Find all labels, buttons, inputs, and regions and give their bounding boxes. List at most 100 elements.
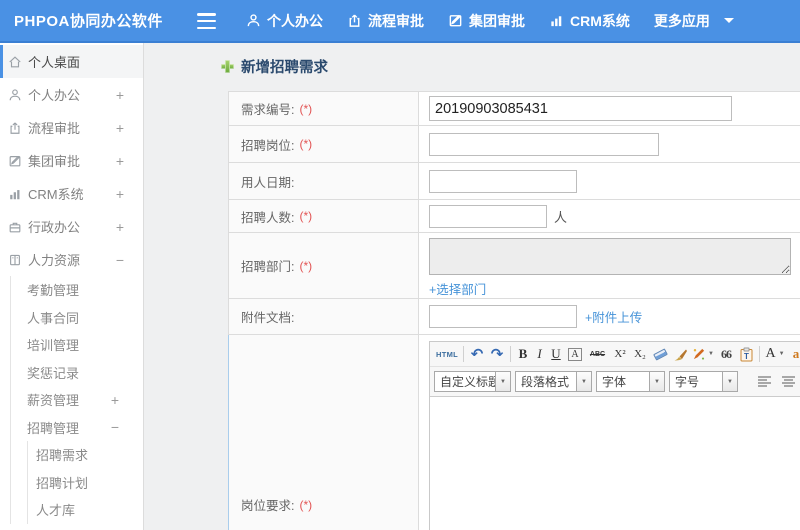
sidebar-item-label: 人力资源 bbox=[28, 253, 81, 268]
collapse-toggle[interactable]: − bbox=[111, 419, 119, 435]
caret-down-icon: ▼ bbox=[577, 371, 592, 392]
sidebar-item-rewards[interactable]: 奖惩记录 bbox=[11, 359, 143, 387]
sidebar-item-label: 人事合同 bbox=[27, 310, 80, 326]
app-header: PHPOA协同办公软件 个人办公 流程审批 集团审批 CRM系统 更多应用 bbox=[0, 0, 800, 43]
sidebar-item-talent-pool[interactable]: 人才库 bbox=[28, 496, 143, 524]
group-approval-icon bbox=[448, 13, 463, 28]
demand-no-input[interactable] bbox=[429, 96, 732, 121]
bold-button[interactable]: B bbox=[514, 344, 532, 364]
expand-toggle[interactable]: + bbox=[116, 186, 124, 202]
font-family-select[interactable]: 字体 ▼ bbox=[596, 371, 665, 392]
collapse-toggle[interactable]: − bbox=[116, 252, 124, 268]
font-style-button[interactable]: A bbox=[565, 344, 585, 364]
hire-date-input[interactable] bbox=[429, 169, 577, 193]
paragraph-format-select[interactable]: 段落格式 ▼ bbox=[515, 371, 592, 392]
form-row-hire-date: 用人日期: bbox=[228, 163, 800, 200]
sidebar-item-crm[interactable]: CRM系统 + bbox=[0, 177, 143, 210]
sidebar-item-recruit-plan[interactable]: 招聘计划 bbox=[28, 469, 143, 497]
expand-toggle[interactable]: + bbox=[116, 219, 124, 235]
sidebar-item-personal-office[interactable]: 个人办公 + bbox=[0, 78, 143, 111]
sidebar-item-admin-office[interactable]: 行政办公 + bbox=[0, 210, 143, 243]
person-icon bbox=[246, 13, 261, 28]
underline-button[interactable]: U bbox=[547, 344, 565, 364]
superscript-button[interactable]: X² bbox=[610, 344, 630, 364]
form-row-attachment: 附件文档: +附件上传 bbox=[228, 299, 800, 335]
department-textarea[interactable] bbox=[429, 238, 791, 275]
nav-item-group-approval[interactable]: 集团审批 bbox=[448, 11, 525, 31]
select-department-link[interactable]: +选择部门 bbox=[429, 279, 486, 298]
field-label-text: 需求编号: bbox=[241, 103, 295, 117]
nav-item-crm[interactable]: CRM系统 bbox=[549, 11, 630, 31]
font-size-select[interactable]: 字号 ▼ bbox=[669, 371, 738, 392]
headcount-input[interactable] bbox=[429, 204, 547, 228]
sidebar-item-label: 奖惩记录 bbox=[27, 365, 80, 381]
sidebar-item-group-approval[interactable]: 集团审批 + bbox=[0, 144, 143, 177]
paste-text-icon[interactable]: T bbox=[736, 344, 756, 364]
font-color-button[interactable]: A ▼ bbox=[763, 344, 787, 364]
source-code-button[interactable]: HTML bbox=[434, 344, 460, 364]
sidebar-item-training[interactable]: 培训管理 bbox=[11, 331, 143, 359]
top-nav: 个人办公 流程审批 集团审批 CRM系统 更多应用 bbox=[246, 0, 734, 41]
toolbar-separator bbox=[510, 346, 511, 362]
sidebar-item-recruitment[interactable]: 招聘管理 − bbox=[11, 414, 143, 442]
caret-down-icon: ▼ bbox=[778, 351, 785, 357]
attachment-upload-link[interactable]: +附件上传 bbox=[585, 307, 642, 326]
briefcase-icon bbox=[8, 220, 22, 234]
editor-toolbar: HTML ↶ ↷ B I U A ABC X² X₂ ▼ 66 T A ▼ a … bbox=[430, 342, 800, 397]
field-label-attachment: 附件文档: bbox=[229, 299, 419, 334]
group-approval-icon bbox=[8, 154, 22, 168]
heading-select[interactable]: 自定义标题 ▼ bbox=[434, 371, 511, 392]
attachment-input[interactable] bbox=[429, 305, 577, 328]
svg-text:T: T bbox=[744, 352, 749, 361]
strikethrough-button[interactable]: ABC bbox=[585, 344, 610, 364]
crm-chart-icon bbox=[8, 187, 22, 201]
field-label-headcount: 招聘人数: (*) bbox=[229, 200, 419, 232]
sidebar-item-hr-contract[interactable]: 人事合同 bbox=[11, 304, 143, 332]
sidebar-item-label: 个人办公 bbox=[28, 88, 81, 103]
subscript-button[interactable]: X₂ bbox=[630, 344, 650, 364]
sidebar-item-label: 个人桌面 bbox=[28, 55, 81, 70]
expand-toggle[interactable]: + bbox=[116, 87, 124, 103]
highlight-pen-icon[interactable]: ▼ bbox=[690, 344, 716, 364]
position-input[interactable] bbox=[429, 132, 659, 156]
menu-toggle-icon[interactable] bbox=[197, 13, 219, 29]
app-brand: PHPOA协同办公软件 bbox=[14, 13, 163, 30]
field-label-text: 招聘人数: bbox=[241, 210, 295, 225]
nav-item-label: 个人办公 bbox=[267, 12, 323, 29]
sidebar-item-attendance[interactable]: 考勤管理 bbox=[11, 276, 143, 304]
sidebar-item-label: 人才库 bbox=[36, 503, 76, 519]
eraser-icon[interactable] bbox=[650, 344, 670, 364]
sidebar-item-label: 考勤管理 bbox=[27, 283, 80, 299]
align-left-icon[interactable] bbox=[752, 372, 776, 392]
nav-item-label: CRM系统 bbox=[570, 12, 630, 29]
field-label-text: 招聘部门: bbox=[241, 260, 295, 274]
sidebar-item-label: 招聘计划 bbox=[36, 475, 89, 491]
italic-button[interactable]: I bbox=[532, 344, 547, 364]
expand-toggle[interactable]: + bbox=[116, 153, 124, 169]
background-color-button[interactable]: a bbox=[787, 344, 800, 364]
redo-icon[interactable]: ↷ bbox=[487, 344, 507, 364]
flow-approval-icon bbox=[8, 121, 22, 135]
sidebar-item-label: 薪资管理 bbox=[27, 393, 80, 409]
sidebar-item-recruit-demand[interactable]: 招聘需求 bbox=[28, 441, 143, 469]
blockquote-button[interactable]: 66 bbox=[716, 344, 736, 364]
sidebar-item-flow-approval[interactable]: 流程审批 + bbox=[0, 111, 143, 144]
format-brush-icon[interactable] bbox=[670, 344, 690, 364]
editor-content-area[interactable] bbox=[430, 397, 800, 530]
required-mark: (*) bbox=[299, 209, 313, 223]
nav-item-more-apps[interactable]: 更多应用 bbox=[654, 11, 734, 31]
sidebar-item-hr[interactable]: 人力资源 − bbox=[0, 243, 143, 276]
nav-item-flow-approval[interactable]: 流程审批 bbox=[347, 11, 424, 31]
font-color-glyph: A bbox=[765, 346, 776, 361]
expand-toggle[interactable]: + bbox=[116, 120, 124, 136]
hr-submenu: 考勤管理 人事合同 培训管理 奖惩记录 薪资管理 + 招聘管理 − 招聘需求 招… bbox=[10, 276, 143, 524]
nav-item-personal-office[interactable]: 个人办公 bbox=[246, 11, 323, 31]
sidebar-item-salary[interactable]: 薪资管理 + bbox=[11, 386, 143, 414]
align-center-icon[interactable] bbox=[776, 372, 800, 392]
sidebar: 个人桌面 个人办公 + 流程审批 + 集团审批 + CRM系统 + 行政办公 + bbox=[0, 43, 144, 530]
required-mark: (*) bbox=[299, 101, 313, 116]
undo-icon[interactable]: ↶ bbox=[467, 344, 487, 364]
expand-toggle[interactable]: + bbox=[111, 392, 119, 408]
nav-item-label: 更多应用 bbox=[653, 12, 710, 29]
sidebar-item-desktop[interactable]: 个人桌面 bbox=[0, 45, 143, 78]
